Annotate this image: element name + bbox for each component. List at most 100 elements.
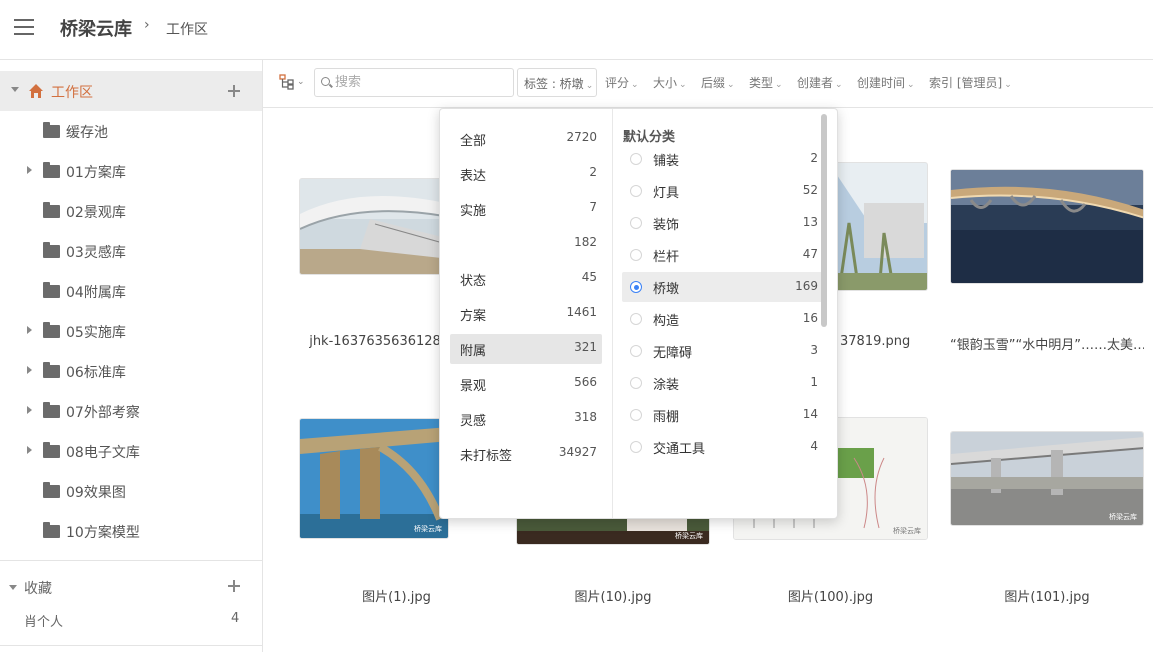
folder-icon xyxy=(43,442,60,458)
file-name[interactable]: 图片(101).jpg xyxy=(950,586,1144,605)
dropdown-scrollbar[interactable] xyxy=(821,114,827,327)
tag-option[interactable]: 铺装 2 xyxy=(622,144,826,174)
tag-option[interactable]: 灯具 52 xyxy=(622,176,826,206)
caret-down-icon[interactable] xyxy=(11,87,19,92)
tag-option[interactable]: 栏杆 47 xyxy=(622,240,826,270)
tag-option-count: 47 xyxy=(802,247,818,261)
thumbnail-image[interactable]: 桥梁云库 xyxy=(299,418,449,539)
sidebar-folder[interactable]: 02景观库 xyxy=(0,191,262,231)
filter-rating[interactable]: 评分 ⌄ xyxy=(605,74,639,91)
sidebar-folder[interactable]: 01方案库 xyxy=(0,151,262,191)
tree-view-icon[interactable] xyxy=(279,74,295,90)
tag-option-label: 交通工具 xyxy=(653,442,706,457)
tag-option[interactable]: 涂装 1 xyxy=(622,368,826,398)
sidebar-folder[interactable]: 04附属库 xyxy=(0,271,262,311)
thumbnail-image[interactable] xyxy=(299,178,449,275)
radio-icon[interactable] xyxy=(630,313,642,325)
radio-icon[interactable] xyxy=(630,377,642,389)
tag-group-count: 321 xyxy=(574,340,597,354)
add-favorite-icon[interactable] xyxy=(228,580,240,592)
filter-index[interactable]: 索引 [管理员] ⌄ xyxy=(929,74,1012,91)
thumbnail-image[interactable]: 桥梁云库 xyxy=(950,431,1144,526)
tag-group-item[interactable]: 182 xyxy=(450,229,602,259)
tag-option-selected[interactable]: 桥墩 169 xyxy=(622,272,826,302)
sidebar-folder[interactable]: 05实施库 xyxy=(0,311,262,351)
tag-group-item[interactable]: 方案 1461 xyxy=(450,299,602,329)
tag-option-label: 铺装 xyxy=(653,154,680,169)
filter-suffix[interactable]: 后缀 ⌄ xyxy=(701,74,735,91)
radio-icon[interactable] xyxy=(630,441,642,453)
menu-icon[interactable] xyxy=(14,19,34,35)
favorite-item[interactable]: 肖个人 xyxy=(24,611,63,630)
filter-type[interactable]: 类型 ⌄ xyxy=(749,74,783,91)
sidebar-folder[interactable]: 10方案模型 xyxy=(0,511,262,551)
sidebar-folder[interactable]: 缓存池 xyxy=(0,111,262,151)
radio-icon[interactable] xyxy=(630,153,642,165)
tag-group-count: 566 xyxy=(574,375,597,389)
watermark-text: 桥梁云库 xyxy=(675,532,703,540)
filter-creator[interactable]: 创建者 ⌄ xyxy=(797,74,843,91)
tag-option-count: 16 xyxy=(802,311,818,325)
filter-label: 索引 [管理员] xyxy=(929,76,1003,90)
file-name[interactable]: jhk-1637635636128 xyxy=(290,334,460,349)
tag-group-item[interactable]: 全部 2720 xyxy=(450,124,602,154)
expand-icon[interactable] xyxy=(27,366,32,374)
thumbnail-image[interactable] xyxy=(828,162,928,291)
radio-icon[interactable] xyxy=(630,345,642,357)
tag-option[interactable]: 雨棚 14 xyxy=(622,400,826,430)
tag-option-count: 3 xyxy=(810,343,818,357)
breadcrumb[interactable]: 工作区 xyxy=(166,19,208,39)
favorites-header[interactable]: 收藏 xyxy=(24,578,52,598)
tag-group-label: 状态 xyxy=(460,274,487,289)
file-name[interactable]: 图片(10).jpg xyxy=(516,586,710,605)
tag-option-label: 无障碍 xyxy=(653,346,693,361)
tag-option[interactable]: 装饰 13 xyxy=(622,208,826,238)
tag-option[interactable]: 无障碍 3 xyxy=(622,336,826,366)
tag-option[interactable]: 构造 16 xyxy=(622,304,826,334)
tag-group-item[interactable]: 未打标签 34927 xyxy=(450,439,602,469)
sidebar-folder[interactable]: 06标准库 xyxy=(0,351,262,391)
radio-icon[interactable] xyxy=(630,217,642,229)
search-input[interactable] xyxy=(335,72,505,93)
expand-icon[interactable] xyxy=(27,446,32,454)
tag-group-label: 灵感 xyxy=(460,414,487,429)
expand-icon[interactable] xyxy=(27,406,32,414)
folder-icon xyxy=(43,202,60,218)
tag-group-item[interactable]: 灵感 318 xyxy=(450,404,602,434)
radio-selected-icon[interactable] xyxy=(630,281,642,293)
filter-label: 评分 xyxy=(605,76,630,90)
breadcrumb-separator: › xyxy=(144,17,150,33)
tag-option[interactable]: 交通工具 4 xyxy=(622,432,826,462)
file-name[interactable]: “银韵玉雪”“水中明月”……太美… xyxy=(950,334,1144,353)
add-folder-icon[interactable] xyxy=(228,85,240,97)
radio-icon[interactable] xyxy=(630,249,642,261)
thumbnail-image[interactable] xyxy=(950,169,1144,284)
tag-option-label: 构造 xyxy=(653,314,680,329)
filter-size[interactable]: 大小 ⌄ xyxy=(653,74,687,91)
expand-icon[interactable] xyxy=(27,326,32,334)
search-box[interactable] xyxy=(314,68,514,97)
expand-icon[interactable] xyxy=(27,166,32,174)
tag-group-item-selected[interactable]: 附属 321 xyxy=(450,334,602,364)
radio-icon[interactable] xyxy=(630,185,642,197)
file-name[interactable]: 图片(100).jpg xyxy=(733,586,928,605)
sidebar-item-workspace[interactable]: 工作区 xyxy=(0,71,262,111)
filter-created-time[interactable]: 创建时间 ⌄ xyxy=(857,74,915,91)
radio-icon[interactable] xyxy=(630,409,642,421)
tag-filter-button[interactable]: 标签 : 桥墩 ⌄ xyxy=(517,68,597,97)
chevron-down-icon: ⌄ xyxy=(1004,80,1012,90)
tag-group-label: 景观 xyxy=(460,379,487,394)
sidebar-folder[interactable]: 09效果图 xyxy=(0,471,262,511)
tag-group-item[interactable]: 表达 2 xyxy=(450,159,602,189)
sidebar-folder[interactable]: 07外部考察 xyxy=(0,391,262,431)
caret-down-icon[interactable] xyxy=(9,585,17,590)
tag-group-item[interactable]: 实施 7 xyxy=(450,194,602,224)
tag-group-item[interactable]: 状态 45 xyxy=(450,264,602,294)
sidebar-folder[interactable]: 08电子文库 xyxy=(0,431,262,471)
tag-group-count: 2 xyxy=(589,165,597,179)
tag-option-count: 169 xyxy=(795,279,818,293)
tag-group-item[interactable]: 景观 566 xyxy=(450,369,602,399)
chevron-down-icon[interactable]: ⌄ xyxy=(297,77,305,87)
sidebar-folder[interactable]: 03灵感库 xyxy=(0,231,262,271)
file-name[interactable]: 图片(1).jpg xyxy=(299,586,494,605)
